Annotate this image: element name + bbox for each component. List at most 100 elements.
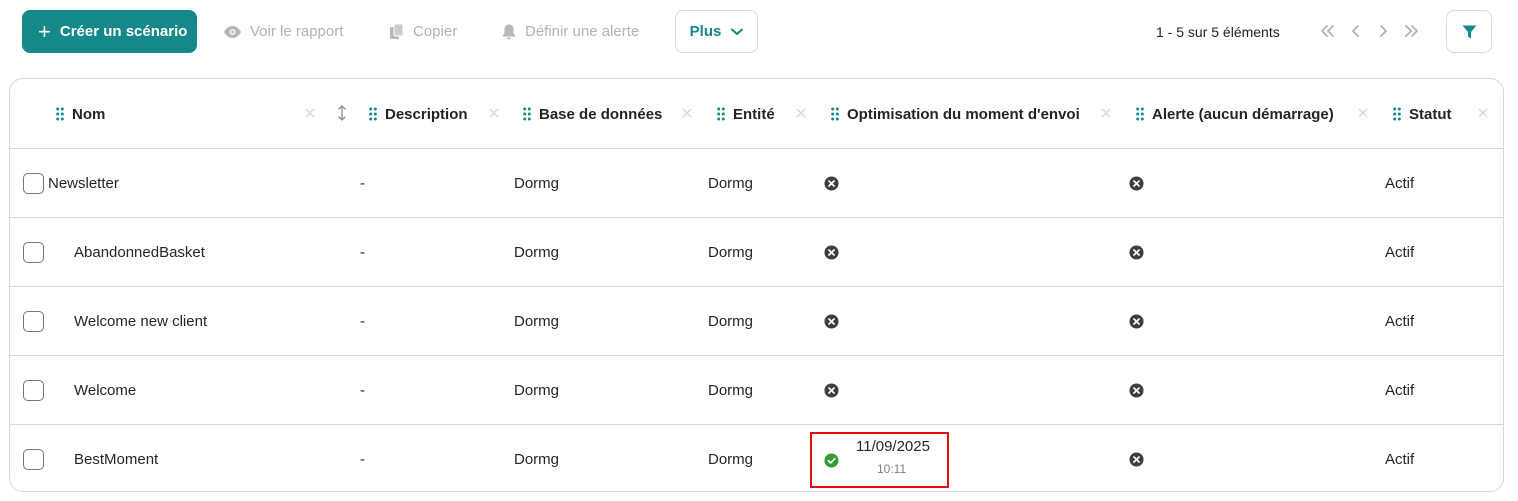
more-dropdown-button[interactable]: Plus [675, 10, 758, 53]
drag-handle-icon[interactable] [717, 107, 725, 121]
table-row[interactable]: Welcome new client - Dormg Dormg Actif [10, 287, 1503, 356]
cell-database: Dormg [514, 450, 560, 468]
toolbar: + Créer un scénario Voir le rapport Copi… [0, 0, 1518, 64]
cell-database: Dormg [514, 381, 560, 399]
view-report-label: Voir le rapport [250, 23, 344, 40]
x-circle-icon [824, 383, 839, 398]
column-header-database[interactable]: Base de données [523, 79, 662, 149]
first-page-icon[interactable] [1319, 22, 1337, 40]
eye-icon [224, 25, 241, 38]
cell-status: Actif [1385, 450, 1415, 468]
column-label: Nom [72, 105, 106, 123]
sort-icon[interactable] [335, 105, 349, 121]
drag-handle-icon[interactable] [369, 107, 377, 121]
remove-column-icon[interactable] [487, 106, 501, 120]
cell-entity: Dormg [708, 174, 754, 192]
table-row[interactable]: Newsletter - Dormg Dormg Actif [10, 149, 1503, 218]
copy-label: Copier [413, 23, 458, 40]
cell-description: - [360, 174, 365, 192]
set-alert-button[interactable]: Définir une alerte [502, 10, 639, 53]
x-circle-icon [1129, 452, 1144, 467]
column-header-send-time-optimization[interactable]: Optimisation du moment d'envoi [831, 79, 1080, 149]
column-label: Statut [1409, 105, 1452, 123]
row-checkbox[interactable] [23, 449, 44, 470]
x-circle-icon [824, 176, 839, 191]
cell-database: Dormg [514, 174, 560, 192]
last-page-icon[interactable] [1402, 22, 1420, 40]
set-alert-label: Définir une alerte [525, 23, 640, 40]
x-circle-icon [1129, 176, 1144, 191]
cell-description: - [360, 312, 365, 330]
filter-icon [1462, 25, 1476, 38]
pagination-summary: 1 - 5 sur 5 éléments [1156, 23, 1280, 40]
column-label: Base de données [539, 105, 663, 123]
previous-page-icon[interactable] [1347, 22, 1365, 40]
row-checkbox[interactable] [23, 242, 44, 263]
cell-database: Dormg [514, 312, 560, 330]
remove-column-icon[interactable] [303, 106, 317, 120]
cell-name: Welcome new client [74, 312, 208, 330]
column-label: Entité [733, 105, 775, 123]
cell-description: - [360, 450, 365, 468]
next-page-icon[interactable] [1374, 22, 1392, 40]
cell-database: Dormg [514, 243, 560, 261]
cell-name: BestMoment [74, 450, 159, 468]
remove-column-icon[interactable] [1099, 106, 1113, 120]
cell-name: Welcome [74, 381, 137, 399]
cell-entity: Dormg [708, 450, 754, 468]
column-header-entity[interactable]: Entité [717, 79, 775, 149]
column-header-description[interactable]: Description [369, 79, 468, 149]
remove-column-icon[interactable] [794, 106, 808, 120]
table-row[interactable]: AbandonnedBasket - Dormg Dormg Actif [10, 218, 1503, 287]
cell-description: - [360, 381, 365, 399]
copy-button[interactable]: Copier [390, 10, 457, 53]
table-row[interactable]: BestMoment - Dormg Dormg 11/09/2025 10:1… [10, 425, 1503, 491]
create-scenario-label: Créer un scénario [59, 23, 188, 40]
drag-handle-icon[interactable] [1393, 107, 1401, 121]
chevron-down-icon [731, 28, 744, 35]
x-circle-icon [824, 314, 839, 329]
drag-handle-icon[interactable] [56, 107, 64, 121]
view-report-button[interactable]: Voir le rapport [224, 10, 343, 53]
cell-name: AbandonnedBasket [74, 243, 205, 261]
scenario-table: Nom Description Base de données Entité O… [9, 78, 1504, 492]
remove-column-icon[interactable] [1476, 106, 1490, 120]
column-label: Optimisation du moment d'envoi [847, 105, 1080, 123]
column-header-alert[interactable]: Alerte (aucun démarrage) [1136, 79, 1334, 149]
cell-entity: Dormg [708, 243, 754, 261]
send-time-date: 11/09/2025 [856, 438, 930, 455]
cell-description: - [360, 243, 365, 261]
bell-icon [502, 24, 516, 39]
x-circle-icon [824, 245, 839, 260]
row-checkbox[interactable] [23, 173, 44, 194]
remove-column-icon[interactable] [680, 106, 694, 120]
drag-handle-icon[interactable] [1136, 107, 1144, 121]
send-time-time: 10:11 [877, 462, 907, 476]
filter-button[interactable] [1446, 10, 1492, 53]
row-checkbox[interactable] [23, 380, 44, 401]
x-circle-icon [1129, 245, 1144, 260]
cell-name: Newsletter [48, 174, 119, 192]
remove-column-icon[interactable] [1356, 106, 1370, 120]
copy-icon [390, 23, 404, 39]
create-scenario-button[interactable]: + Créer un scénario [22, 10, 197, 53]
drag-handle-icon[interactable] [831, 107, 839, 121]
column-label: Description [385, 105, 468, 123]
more-label: Plus [689, 23, 722, 40]
table-header: Nom Description Base de données Entité O… [10, 79, 1503, 149]
cell-status: Actif [1385, 243, 1415, 261]
cell-entity: Dormg [708, 381, 754, 399]
column-header-status[interactable]: Statut [1393, 79, 1452, 149]
check-circle-icon [824, 453, 839, 468]
row-checkbox[interactable] [23, 311, 44, 332]
drag-handle-icon[interactable] [523, 107, 531, 121]
cell-entity: Dormg [708, 312, 754, 330]
x-circle-icon [1129, 383, 1144, 398]
x-circle-icon [1129, 314, 1144, 329]
cell-status: Actif [1385, 312, 1415, 330]
cell-status: Actif [1385, 381, 1415, 399]
table-row[interactable]: Welcome - Dormg Dormg Actif [10, 356, 1503, 425]
plus-icon: + [38, 18, 51, 44]
column-label: Alerte (aucun démarrage) [1152, 105, 1334, 123]
column-header-name[interactable]: Nom [56, 79, 105, 149]
